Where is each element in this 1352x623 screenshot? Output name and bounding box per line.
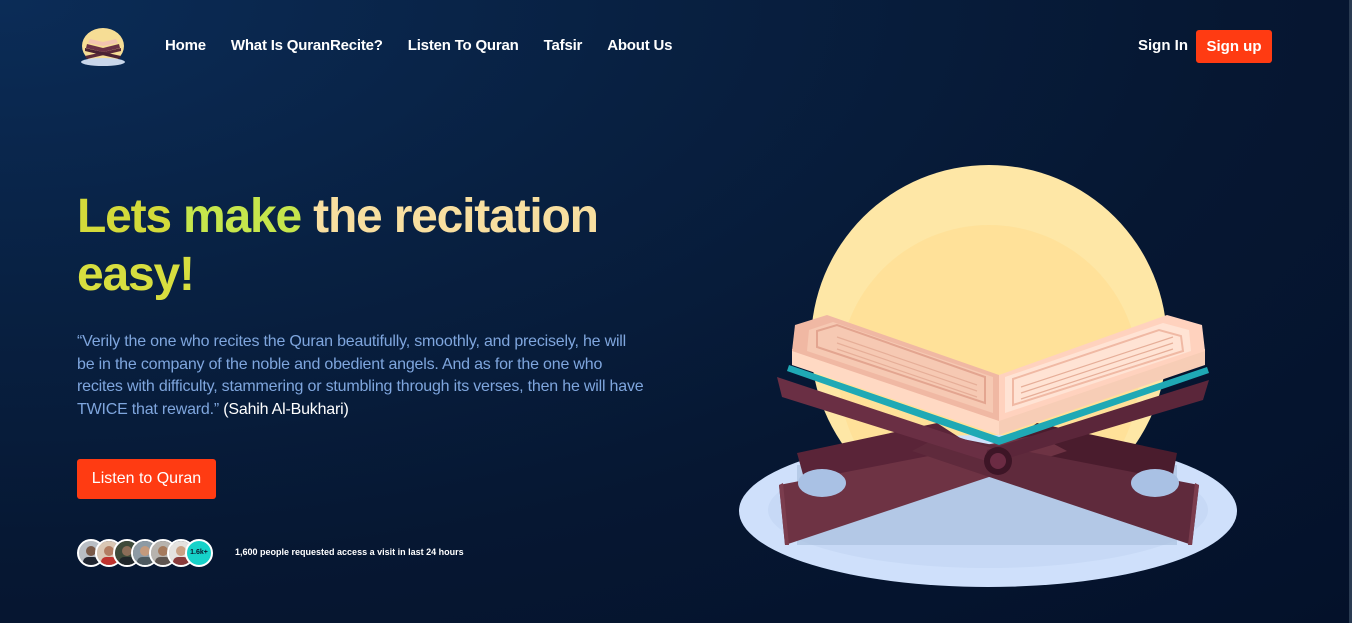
nav-links: Home What Is QuranRecite? Listen To Qura…: [165, 37, 697, 54]
hero-title-word-4: easy!: [77, 248, 195, 301]
nav-listen-to-quran[interactable]: Listen To Quran: [408, 37, 519, 54]
visits-text: 1,600 people requested access a visit in…: [235, 547, 464, 557]
hero-title-word-2: make: [183, 190, 302, 243]
nav-what-is-quranrecite[interactable]: What Is QuranRecite?: [231, 37, 383, 54]
nav-tafsir[interactable]: Tafsir: [544, 37, 583, 54]
top-navbar: Home What Is QuranRecite? Listen To Qura…: [0, 0, 1352, 92]
quran-on-rehal-illustration: [737, 165, 1240, 590]
hadith-quote: “Verily the one who recites the Quran be…: [77, 331, 647, 421]
hadith-quote-source: (Sahih Al-Bukhari): [223, 400, 349, 418]
sign-up-button[interactable]: Sign up: [1196, 30, 1272, 63]
nav-about-us[interactable]: About Us: [607, 37, 672, 54]
avatar-group: 1.6k+: [77, 539, 227, 567]
sign-in-link[interactable]: Sign In: [1138, 37, 1188, 54]
hadith-quote-text: “Verily the one who recites the Quran be…: [77, 333, 644, 418]
avatar-count-badge: 1.6k+: [185, 539, 213, 567]
quran-stand-logo-icon[interactable]: [79, 26, 127, 66]
nav-home[interactable]: Home: [165, 37, 206, 54]
hero-title: Lets make the recitation easy!: [77, 188, 677, 304]
hero-title-word-3: the recitation: [313, 190, 599, 243]
hero-title-word-1: Lets: [77, 190, 172, 243]
listen-to-quran-button[interactable]: Listen to Quran: [77, 459, 216, 499]
